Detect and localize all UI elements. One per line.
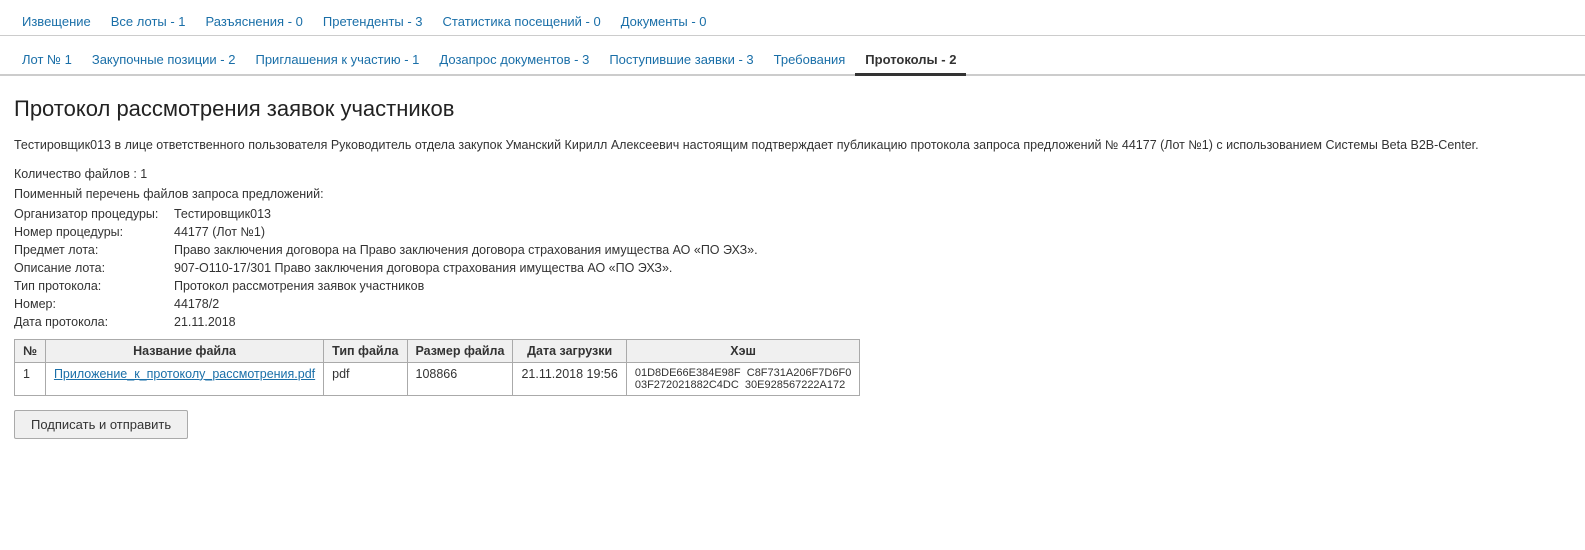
table-cell: pdf [324,362,407,395]
info-value: 21.11.2018 [174,315,236,329]
info-row: Описание лота:907-О110-17/301 Право закл… [14,261,1571,275]
table-header: Название файла [45,339,323,362]
file-table: №Название файлаТип файлаРазмер файлаДата… [14,339,860,396]
page-title: Протокол рассмотрения заявок участников [14,96,1571,122]
table-header: Размер файла [407,339,513,362]
second-nav-item[interactable]: Закупочные позиции - 2 [82,46,246,74]
table-header: Дата загрузки [513,339,626,362]
info-value: Тестировщик013 [174,207,271,221]
table-row: 1 Приложение_к_протоколу_рассмотрения.pdf… [15,362,860,395]
description-text: Тестировщик013 в лице ответственного пол… [14,136,1571,155]
second-nav-item[interactable]: Приглашения к участию - 1 [245,46,429,74]
info-value: 907-О110-17/301 Право заключения договор… [174,261,672,275]
files-count: Количество файлов : 1 [14,167,1571,181]
top-nav-item[interactable]: Разъяснения - 0 [196,8,313,35]
second-navigation: Лот № 1Закупочные позиции - 2Приглашения… [0,38,1585,76]
info-value: 44177 (Лот №1) [174,225,265,239]
table-cell: 01D8DE66E384E98F C8F731A206F7D6F0 03F272… [626,362,859,395]
info-table: Организатор процедуры:Тестировщик013Номе… [14,207,1571,329]
info-label: Дата протокола: [14,315,174,329]
info-value: Протокол рассмотрения заявок участников [174,279,424,293]
second-nav-item[interactable]: Дозапрос документов - 3 [429,46,599,74]
table-cell: 21.11.2018 19:56 [513,362,626,395]
info-label: Номер: [14,297,174,311]
info-row: Тип протокола:Протокол рассмотрения заяв… [14,279,1571,293]
table-cell: 108866 [407,362,513,395]
table-cell: Приложение_к_протоколу_рассмотрения.pdf [45,362,323,395]
table-header: Тип файла [324,339,407,362]
second-nav-item[interactable]: Лот № 1 [12,46,82,74]
info-label: Описание лота: [14,261,174,275]
info-row: Номер процедуры:44177 (Лот №1) [14,225,1571,239]
info-value: 44178/2 [174,297,219,311]
top-navigation: ИзвещениеВсе лоты - 1Разъяснения - 0Прет… [0,0,1585,36]
top-nav-item[interactable]: Претенденты - 3 [313,8,433,35]
info-row: Номер:44178/2 [14,297,1571,311]
info-label: Предмет лота: [14,243,174,257]
top-nav-item[interactable]: Извещение [12,8,101,35]
sign-button[interactable]: Подписать и отправить [14,410,188,439]
info-label: Номер процедуры: [14,225,174,239]
info-label: Организатор процедуры: [14,207,174,221]
info-row: Организатор процедуры:Тестировщик013 [14,207,1571,221]
second-nav-item[interactable]: Требования [764,46,856,74]
table-cell: 1 [15,362,46,395]
second-nav-item[interactable]: Поступившие заявки - 3 [599,46,763,74]
file-link[interactable]: Приложение_к_протоколу_рассмотрения.pdf [54,367,315,381]
top-nav-item[interactable]: Все лоты - 1 [101,8,196,35]
table-header: № [15,339,46,362]
info-row: Предмет лота:Право заключения договора н… [14,243,1571,257]
files-list-label: Поименный перечень файлов запроса предло… [14,187,1571,201]
info-row: Дата протокола:21.11.2018 [14,315,1571,329]
top-nav-item[interactable]: Документы - 0 [611,8,717,35]
table-header-row: №Название файлаТип файлаРазмер файлаДата… [15,339,860,362]
info-value: Право заключения договора на Право заклю… [174,243,758,257]
info-label: Тип протокола: [14,279,174,293]
table-header: Хэш [626,339,859,362]
second-nav-item[interactable]: Протоколы - 2 [855,46,966,76]
main-content: Протокол рассмотрения заявок участников … [0,76,1585,459]
top-nav-item[interactable]: Статистика посещений - 0 [433,8,611,35]
